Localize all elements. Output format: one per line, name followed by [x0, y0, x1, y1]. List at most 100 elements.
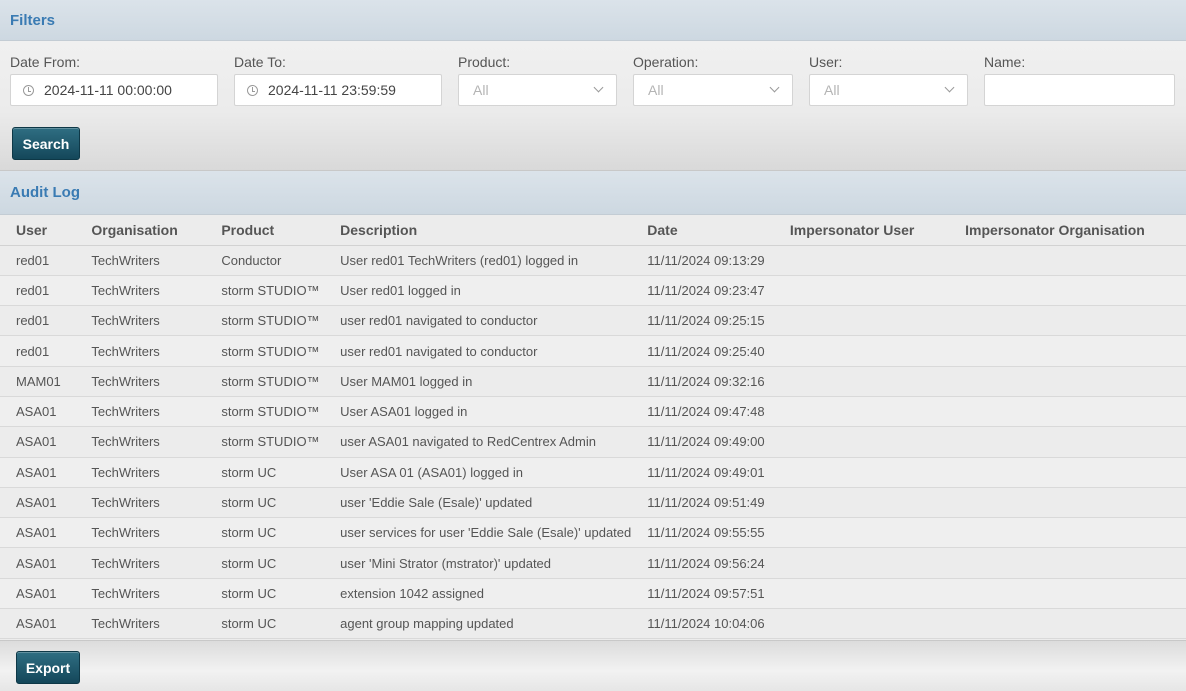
cell-impersonator-organisation: [949, 426, 1186, 458]
operation-select[interactable]: All: [633, 74, 793, 106]
cell-organisation: TechWriters: [75, 366, 206, 397]
cell-user: red01: [0, 275, 76, 307]
cell-date: 11/11/2024 09:56:24: [631, 547, 774, 579]
cell-product: storm STUDIO™: [205, 366, 325, 397]
cell-date: 11/11/2024 09:23:47: [631, 275, 774, 307]
cell-organisation: TechWriters: [75, 305, 206, 337]
cell-user: red01: [0, 335, 76, 367]
cell-description: user red01 navigated to conductor: [324, 305, 632, 337]
name-input[interactable]: [984, 74, 1175, 106]
cell-product: storm STUDIO™: [205, 396, 325, 428]
cell-description: user 'Eddie Sale (Esale)' updated: [324, 487, 632, 519]
cell-product: storm STUDIO™: [205, 335, 325, 367]
cell-user: ASA01: [0, 608, 76, 640]
audit-log-header: Audit Log: [0, 171, 1186, 215]
cell-organisation: TechWriters: [75, 547, 206, 579]
cell-impersonator-user: [773, 335, 950, 367]
cell-impersonator-user: [773, 305, 950, 337]
cell-date: 11/11/2024 09:57:51: [631, 578, 774, 610]
table-row[interactable]: ASA01 TechWriters storm UC agent group mapp…: [0, 608, 1186, 640]
audit-log-table: User Organisation Product Description Da…: [0, 215, 1186, 640]
product-selected-value: All: [473, 82, 489, 98]
table-row[interactable]: red01 TechWriters storm STUDIO™ user red01 …: [0, 335, 1186, 367]
cell-impersonator-user: [773, 245, 950, 276]
cell-user: ASA01: [0, 547, 76, 579]
chevron-down-icon: [944, 82, 955, 93]
cell-organisation: TechWriters: [75, 517, 206, 549]
audit-log-title: Audit Log: [10, 184, 80, 201]
cell-description: User red01 TechWriters (red01) logged in: [324, 245, 632, 276]
user-label: User:: [809, 54, 843, 70]
cell-impersonator-organisation: [949, 275, 1186, 307]
cell-impersonator-organisation: [949, 487, 1186, 519]
cell-impersonator-organisation: [949, 396, 1186, 428]
table-header-row: User Organisation Product Description Da…: [0, 215, 1186, 246]
user-filter: User: All: [809, 54, 968, 106]
date-from-value: 2024-11-11 00:00:00: [44, 82, 172, 98]
product-filter: Product: All: [458, 54, 617, 106]
cell-product: storm UC: [205, 547, 325, 579]
table-row[interactable]: ASA01 TechWriters storm UC user 'Mini Strat…: [0, 547, 1186, 579]
cell-impersonator-user: [773, 608, 950, 640]
column-header-description[interactable]: Description: [324, 215, 632, 246]
column-header-user[interactable]: User: [0, 215, 76, 246]
cell-description: user ASA01 navigated to RedCentrex Admin: [324, 426, 632, 458]
cell-impersonator-organisation: [949, 335, 1186, 367]
search-button[interactable]: Search: [12, 127, 80, 160]
cell-impersonator-user: [773, 578, 950, 610]
column-header-impersonator-user[interactable]: Impersonator User: [773, 215, 950, 246]
column-header-impersonator-organisation[interactable]: Impersonator Organisation: [949, 215, 1186, 246]
cell-date: 11/11/2024 09:32:16: [631, 366, 774, 397]
cell-description: User ASA 01 (ASA01) logged in: [324, 457, 632, 488]
footer-bar: Export: [0, 640, 1186, 691]
column-header-date[interactable]: Date: [631, 215, 774, 246]
table-row[interactable]: MAM01 TechWriters storm STUDIO™ User MAM01 …: [0, 366, 1186, 397]
chevron-down-icon: [593, 82, 604, 93]
cell-date: 11/11/2024 09:49:01: [631, 457, 774, 488]
product-select[interactable]: All: [458, 74, 617, 106]
cell-user: ASA01: [0, 457, 76, 488]
cell-description: user red01 navigated to conductor: [324, 335, 632, 367]
table-row[interactable]: ASA01 TechWriters storm UC user 'Eddie Sale…: [0, 487, 1186, 519]
cell-impersonator-user: [773, 426, 950, 458]
table-row[interactable]: ASA01 TechWriters storm UC user services fo…: [0, 517, 1186, 549]
column-header-product[interactable]: Product: [205, 215, 325, 246]
export-button[interactable]: Export: [16, 651, 80, 684]
filters-title: Filters: [10, 11, 56, 29]
table-row[interactable]: ASA01 TechWriters storm STUDIO™ user ASA01 …: [0, 426, 1186, 458]
date-from-filter: Date From: 2024-11-11 00:00:00: [10, 54, 218, 106]
table-row[interactable]: red01 TechWriters Conductor User red01 Tech…: [0, 245, 1186, 276]
cell-organisation: TechWriters: [75, 396, 206, 428]
cell-description: agent group mapping updated: [324, 608, 632, 640]
table-row[interactable]: ASA01 TechWriters storm STUDIO™ User ASA01 …: [0, 396, 1186, 428]
cell-product: storm UC: [205, 578, 325, 610]
cell-product: Conductor: [205, 245, 325, 276]
cell-organisation: TechWriters: [75, 608, 206, 640]
cell-description: user services for user 'Eddie Sale (Esal…: [324, 517, 632, 549]
cell-impersonator-user: [773, 396, 950, 428]
table-row[interactable]: ASA01 TechWriters storm UC User ASA 01 (ASA…: [0, 457, 1186, 488]
cell-impersonator-organisation: [949, 245, 1186, 276]
table-row[interactable]: ASA01 TechWriters storm UC extension 1042 a…: [0, 578, 1186, 610]
filters-header: Filters: [0, 0, 1186, 41]
date-from-input[interactable]: 2024-11-11 00:00:00: [10, 74, 218, 106]
table-row[interactable]: red01 TechWriters storm STUDIO™ user red01 …: [0, 305, 1186, 337]
table-row[interactable]: red01 TechWriters storm STUDIO™ User red01 …: [0, 275, 1186, 307]
cell-description: User ASA01 logged in: [324, 396, 632, 428]
cell-organisation: TechWriters: [75, 335, 206, 367]
cell-impersonator-organisation: [949, 366, 1186, 397]
user-selected-value: All: [824, 82, 840, 98]
cell-date: 11/11/2024 09:51:49: [631, 487, 774, 519]
user-select[interactable]: All: [809, 74, 968, 106]
cell-date: 11/11/2024 09:47:48: [631, 396, 774, 428]
date-from-label: Date From:: [10, 54, 81, 70]
date-to-input[interactable]: 2024-11-11 23:59:59: [234, 74, 442, 106]
cell-organisation: TechWriters: [75, 578, 206, 610]
cell-product: storm STUDIO™: [205, 305, 325, 337]
name-filter: Name:: [984, 54, 1175, 106]
cell-product: storm UC: [205, 487, 325, 519]
cell-impersonator-organisation: [949, 517, 1186, 549]
cell-organisation: TechWriters: [75, 457, 206, 488]
cell-description: User red01 logged in: [324, 275, 632, 307]
column-header-organisation[interactable]: Organisation: [75, 215, 206, 246]
